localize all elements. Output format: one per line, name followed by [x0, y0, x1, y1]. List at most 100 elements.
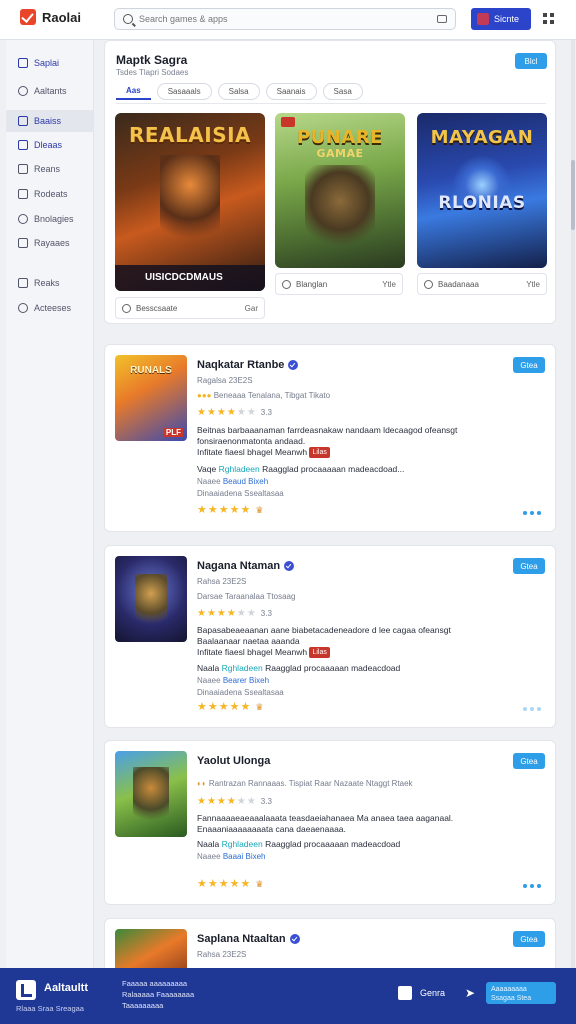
desc-line: Enaaaniaaaaaaaata cana daeaenaaaa. [197, 824, 346, 834]
game-link[interactable]: Naaee Bearer Bixeh [197, 676, 269, 685]
game-meta: Rahsa 23E2S [197, 577, 247, 586]
sidebar-item-reaks[interactable]: Reaks [6, 272, 94, 294]
game-name: Yaolut Ulonga [197, 755, 271, 767]
apps-icon [18, 86, 28, 96]
sale-badge-icon [281, 117, 295, 127]
search-bar[interactable]: Search games & apps [114, 8, 456, 30]
tags-highlight[interactable]: Rghladeen [219, 464, 260, 474]
review-count: 3.3 [260, 609, 272, 618]
camera-icon[interactable] [437, 15, 447, 23]
tags-label: Vaqe [197, 464, 217, 474]
desc-line: Baalaanaar naetaa aaanda [197, 636, 300, 646]
tab-3[interactable]: Saanais [265, 83, 317, 100]
footer-line: Faaaaa aaaaaaaaa [122, 979, 188, 988]
footer-input[interactable]: Aaaaaaaaa Ssagaa Stea [486, 982, 556, 1004]
card-caption: UISICDCDMAUS [145, 272, 223, 283]
tab-4[interactable]: Sasa [322, 83, 363, 100]
game-card[interactable]: Nagana Ntaman Rahsa 23E2S Darsae Taraana… [104, 545, 556, 728]
card-strip-action[interactable]: Ytle [526, 280, 540, 289]
avatar [477, 13, 489, 25]
game-meta: Ragalsa 23E2S [197, 376, 253, 385]
sidebar-item-rayaaes[interactable]: Rayaaes [6, 232, 94, 254]
game-card[interactable]: RUNALS PLF Naqkatar Rtanbe Ragalsa 23E2S… [104, 344, 556, 532]
featured-card-3[interactable]: MAYAGAN RLONIAS [417, 113, 547, 268]
sidebar-item-accesses[interactable]: Acteeses [6, 297, 94, 319]
link-label: Naaee [197, 676, 221, 685]
knight-figure [135, 574, 167, 630]
desc-text: Infitate fiaesl bhagel Meanwh [197, 647, 308, 657]
game-extra: Dinaaiadena Ssealtasaa [197, 489, 284, 498]
get-button[interactable]: Gtea [513, 357, 545, 373]
user-rating: ★★★★★ ♛ [197, 504, 265, 516]
scrollbar-thumb[interactable] [571, 160, 575, 230]
game-tags: Naala Rghladeen Raagglad procaaaaan made… [197, 663, 400, 673]
card-strip-action[interactable]: Gar [245, 304, 258, 313]
game-thumbnail [115, 751, 187, 837]
get-button[interactable]: Gtea [513, 558, 545, 574]
verified-icon [288, 360, 299, 370]
game-thumbnail: RUNALS PLF [115, 355, 187, 441]
link-label: Naaee [197, 852, 221, 861]
tab-1[interactable]: Sasaaals [156, 83, 212, 100]
tags-label: Naala [197, 839, 220, 849]
award-icon: ♛ [255, 505, 265, 515]
dev-icon [282, 279, 291, 289]
get-button[interactable]: Gtea [513, 753, 545, 769]
more-icon[interactable] [523, 707, 541, 711]
logo-mark-icon [20, 9, 36, 25]
link-text[interactable]: Bearer Bixeh [223, 676, 269, 685]
user-rating: ★★★★★ ♛ [197, 701, 265, 713]
scrollbar[interactable] [571, 40, 575, 968]
user-icon[interactable] [398, 986, 412, 1000]
verified-icon [289, 934, 300, 944]
verified-icon [284, 561, 295, 571]
sidebar-item-rodeats[interactable]: Rodeats [6, 183, 94, 205]
search-input[interactable]: Search games & apps [139, 14, 431, 24]
sidebar-item-label: Reans [34, 164, 61, 174]
link-label: Naaee [197, 477, 221, 486]
game-thumbnail [115, 556, 187, 642]
desc-text: Infitate fiaesl bhagel Meanwh [197, 447, 308, 457]
tab-all[interactable]: Aas [116, 83, 151, 100]
footer-user-label[interactable]: Genra [420, 988, 445, 998]
sidebar-item-technologies[interactable]: Bnolagies [6, 208, 94, 230]
card-strip-action[interactable]: Ytle [382, 280, 396, 289]
sidebar-item-apps[interactable]: Aaltants [6, 80, 94, 102]
tab-divider [116, 103, 546, 104]
tags-rest: Raagglad procaaaaan madeacdoad... [262, 464, 405, 474]
tags-highlight[interactable]: Rghladeen [222, 663, 263, 673]
game-link[interactable]: Naaee Beaud Bixeh [197, 477, 268, 486]
app-logo[interactable]: Raolai [20, 9, 81, 25]
share-icon[interactable]: ➤ [465, 986, 475, 1000]
tags-highlight[interactable]: Rghladeen [222, 839, 263, 849]
more-icon[interactable] [523, 884, 541, 888]
section-button[interactable]: Blcl [515, 53, 547, 69]
signin-button[interactable]: Sicnte [471, 8, 531, 30]
featured-panel: Maptk Sagra Tsdes Tlapri Sodaes Blcl Aas… [104, 40, 556, 324]
sidebar-item-games[interactable]: Baaiss [6, 110, 94, 132]
card-3-strip[interactable]: Baadanaaa Ytle [417, 273, 547, 295]
game-extra: Dinaaiadena Ssealtasaa [197, 688, 284, 697]
sidebar-item-reviews[interactable]: Reans [6, 158, 94, 180]
sidebar-item-label: Rodeats [34, 189, 68, 199]
link-text[interactable]: Beaud Bixeh [223, 477, 268, 486]
game-card[interactable]: Yaolut Ulonga ◐◐ Rantrazan Rannaaas. Tis… [104, 740, 556, 905]
dev-icon [424, 279, 433, 289]
link-text[interactable]: Baaai Bixeh [223, 852, 266, 861]
featured-card-2[interactable]: PUNARE GAMAE [275, 113, 405, 268]
more-icon[interactable] [523, 511, 541, 515]
card-1-strip[interactable]: Besscsaate Gar [115, 297, 265, 319]
apps-grid-icon[interactable] [543, 13, 554, 24]
game-link[interactable]: Naaee Baaai Bixeh [197, 852, 266, 861]
footer-logo-icon[interactable] [16, 980, 36, 1000]
user-rating: ★★★★★ ♛ [197, 878, 265, 890]
card-2-strip[interactable]: Blanglan Ytle [275, 273, 403, 295]
tab-2[interactable]: Salsa [217, 83, 260, 100]
game-name: Naqkatar Rtanbe [197, 359, 285, 371]
sidebar-item-deals[interactable]: Dleaas [6, 134, 94, 156]
list-icon [18, 189, 28, 199]
featured-card-1[interactable]: REALAISIA UISICDCDMAUS [115, 113, 265, 291]
game-title: Naqkatar Rtanbe [197, 359, 299, 371]
sidebar-item-home[interactable]: Saplai [6, 52, 94, 74]
get-button[interactable]: Gtea [513, 931, 545, 947]
